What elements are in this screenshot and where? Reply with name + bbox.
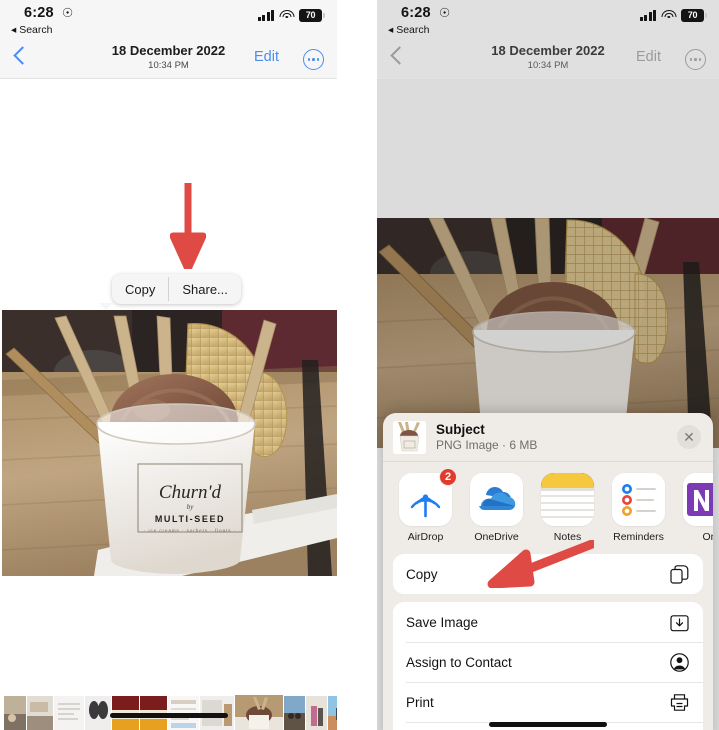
save-download-icon [668,611,690,633]
action-assign-to-contact[interactable]: Assign to Contact [393,642,703,682]
annotation-arrow-down [170,183,206,269]
reminders-icon [612,473,665,526]
share-target-notes[interactable]: Notes [541,473,594,543]
right-phone-body: Subject PNG Image · 6 MB ✕ 2 AirDrop One… [377,79,719,730]
svg-text:MULTI-SEED: MULTI-SEED [155,514,225,524]
onedrive-icon [470,473,523,526]
thumbnail-item[interactable] [54,696,84,730]
ellipsis-circle-icon[interactable] [685,49,706,70]
left-phone-screenshot: 6:28 ☉ ◂ Search 70 18 December 2022 10:3… [0,0,337,730]
nav-title: 18 December 2022 10:34 PM [377,43,719,72]
thumbnail-item-selected[interactable] [235,695,283,730]
thumbnail-item[interactable] [85,696,111,730]
cellular-signal-icon [257,9,274,21]
share-target-reminders[interactable]: Reminders [612,473,665,543]
close-x-icon[interactable]: ✕ [677,425,701,449]
photo-date: 18 December 2022 [111,43,226,58]
shared-item-meta: Subject PNG Image · 6 MB [436,422,537,453]
right-phone-screenshot: 6:28 ☉ ◂ Search 70 18 December 2022 10:3… [377,0,719,730]
svg-text:by: by [187,503,195,511]
status-back-label: Search [19,24,53,36]
share-sheet-header: Subject PNG Image · 6 MB ✕ [383,413,713,462]
wifi-icon [279,9,294,21]
status-back-to-search[interactable]: ◂ Search [388,24,429,36]
thumbnail-item[interactable] [328,696,337,730]
copy-icon [668,563,690,585]
action-label: Print [406,694,434,710]
back-button[interactable] [389,46,405,62]
printer-icon [668,691,690,713]
thumbnail-item[interactable] [284,696,305,730]
share-actions-group-2: Save Image Assign to Contact Print [393,602,703,730]
photo-image: Churn'd by MULTI-SEED · ice creams · sor… [2,310,337,576]
share-app-row[interactable]: 2 AirDrop OneDrive Notes Reminders O [383,462,713,552]
svg-text:Churn'd: Churn'd [159,482,222,503]
thumbnail-image [393,420,426,454]
left-phone-body: Copy Share... Churn'd by MULTI-SEED · ic… [0,79,337,730]
ellipsis-circle-icon[interactable] [303,49,324,70]
action-label: Save Image [406,614,479,630]
status-indicators: 70 [639,9,707,22]
share-target-onedrive[interactable]: OneDrive [470,473,523,543]
home-indicator-bar [109,713,228,718]
thumbnail-item[interactable] [306,696,327,730]
battery-level: 70 [681,9,704,22]
location-services-icon: ☉ [62,6,74,20]
status-back-label: Search [396,24,430,36]
action-print[interactable]: Print [393,682,703,722]
status-back-to-search[interactable]: ◂ Search [11,24,52,36]
nav-bar: 18 December 2022 10:34 PM Edit [0,40,337,79]
wifi-icon [661,9,676,21]
status-time: 6:28 [24,5,54,21]
battery-icon: 70 [681,9,707,22]
contact-person-icon [668,651,690,673]
home-indicator-bar [489,722,607,727]
nav-title: 18 December 2022 10:34 PM [0,43,337,72]
status-indicators: 70 [257,9,325,22]
photo-viewer[interactable]: Churn'd by MULTI-SEED · ice creams · sor… [2,310,337,576]
nav-bar: 18 December 2022 10:34 PM Edit [377,40,719,79]
thumbnail-item[interactable] [27,696,53,730]
shared-item-title: Subject [436,421,485,437]
airdrop-badge-count: 2 [439,468,457,486]
shared-item-subtitle: PNG Image · 6 MB [436,437,538,452]
thumbnail-item[interactable] [4,696,26,730]
annotation-arrow-left [487,540,594,588]
cellular-signal-icon [639,9,656,21]
context-menu-pointer [99,303,113,310]
edit-button[interactable]: Edit [636,49,661,65]
share-target-airdrop[interactable]: 2 AirDrop [399,468,457,543]
status-time: 6:28 [401,5,431,21]
share-target-onenote[interactable]: On [683,473,713,543]
notes-icon [541,473,594,526]
onenote-icon [683,473,713,526]
context-menu-copy[interactable]: Copy [112,274,168,304]
shared-item-thumbnail [393,420,426,454]
status-bar: 6:28 ☉ ◂ Search 70 [377,0,719,40]
app-label: Reminders [613,531,664,543]
battery-icon: 70 [299,9,325,22]
app-label: On [702,531,713,543]
action-save-image[interactable]: Save Image [393,602,703,642]
photo-time: 10:34 PM [527,60,569,71]
screenshot-stage: 6:28 ☉ ◂ Search 70 18 December 2022 10:3… [0,0,719,730]
text-selection-context-menu: Copy Share... [112,274,241,304]
app-label: AirDrop [407,531,444,543]
photo-time: 10:34 PM [148,60,189,71]
photo-date: 18 December 2022 [491,43,605,58]
back-button[interactable] [12,46,28,62]
context-menu-share[interactable]: Share... [169,274,241,304]
edit-button[interactable]: Edit [254,49,279,65]
location-services-icon: ☉ [439,6,451,20]
status-bar: 6:28 ☉ ◂ Search 70 [0,0,337,40]
battery-level: 70 [299,9,322,22]
svg-text:· ice creams · sorbets · float: · ice creams · sorbets · floats · [144,528,236,533]
action-label: Assign to Contact [406,654,512,670]
